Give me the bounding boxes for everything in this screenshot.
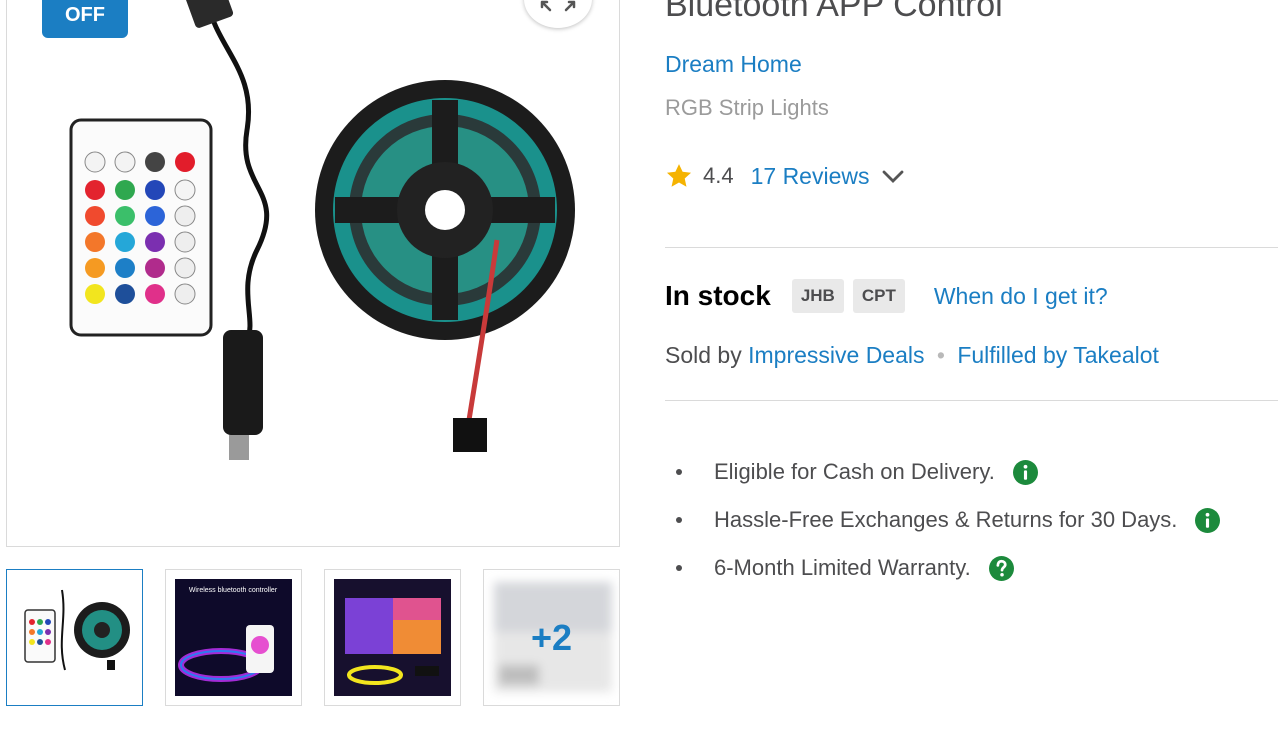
- thumbnail-image: Wireless bluetooth controller: [175, 579, 292, 696]
- delivery-time-link[interactable]: When do I get it?: [934, 283, 1108, 310]
- benefit-item-cash-on-delivery: Eligible for Cash on Delivery.: [676, 448, 1220, 496]
- thumbnail-image: [24, 589, 130, 671]
- main-product-image[interactable]: OFF: [6, 0, 620, 547]
- bullet: [676, 469, 682, 475]
- info-icon[interactable]: [1012, 459, 1038, 485]
- separator-dot: •: [936, 342, 945, 368]
- benefit-item-warranty: 6-Month Limited Warranty.: [676, 544, 1220, 592]
- rating-row: 4.4 17 Reviews: [665, 158, 905, 194]
- expand-icon: [540, 0, 576, 12]
- benefit-text: Hassle-Free Exchanges & Returns for 30 D…: [714, 507, 1178, 532]
- seller-row: Sold by Impressive Deals • Fulfilled by …: [665, 342, 1159, 369]
- thumbnail-more[interactable]: +2: [483, 569, 620, 706]
- benefit-item-exchanges-returns: Hassle-Free Exchanges & Returns for 30 D…: [676, 496, 1221, 544]
- divider: [665, 247, 1278, 248]
- thumbnail-image: [334, 579, 451, 696]
- help-icon[interactable]: [988, 555, 1014, 581]
- stock-row: In stock JHB CPT When do I get it?: [665, 276, 1108, 316]
- reviews-link[interactable]: 17 Reviews: [751, 163, 870, 190]
- discount-badge: OFF: [42, 0, 128, 38]
- benefit-text: 6-Month Limited Warranty.: [714, 555, 971, 580]
- product-title: Bluetooth APP Control: [665, 0, 1003, 24]
- led-kit-photo: [69, 0, 575, 460]
- rating-value: 4.4: [703, 163, 734, 188]
- discount-badge-label: OFF: [65, 4, 105, 26]
- info-icon[interactable]: [1195, 507, 1221, 533]
- seller-link[interactable]: Impressive Deals: [748, 342, 924, 368]
- benefit-text: Eligible for Cash on Delivery.: [714, 459, 995, 484]
- fulfilled-by-link[interactable]: Fulfilled by Takealot: [957, 342, 1159, 368]
- svg-text:Wireless bluetooth controller: Wireless bluetooth controller: [189, 587, 278, 594]
- benefits-list: Eligible for Cash on Delivery. Hassle-Fr…: [676, 448, 1221, 592]
- more-images-label: +2: [530, 616, 573, 658]
- thumbnail-1[interactable]: [6, 569, 143, 706]
- divider: [665, 400, 1278, 401]
- warehouse-badge-cpt: CPT: [852, 279, 905, 313]
- product-category: RGB Strip Lights: [665, 95, 829, 120]
- bullet: [676, 565, 682, 571]
- thumbnail-3[interactable]: [324, 569, 461, 706]
- thumbnail-2[interactable]: Wireless bluetooth controller: [165, 569, 302, 706]
- chevron-down-icon[interactable]: [881, 164, 905, 188]
- stock-status: In stock: [665, 280, 771, 311]
- brand-link[interactable]: Dream Home: [665, 51, 802, 78]
- star-icon: [666, 164, 692, 187]
- bullet: [676, 517, 682, 523]
- warehouse-badge-jhb: JHB: [791, 279, 844, 313]
- sold-by-label: Sold by: [665, 342, 742, 368]
